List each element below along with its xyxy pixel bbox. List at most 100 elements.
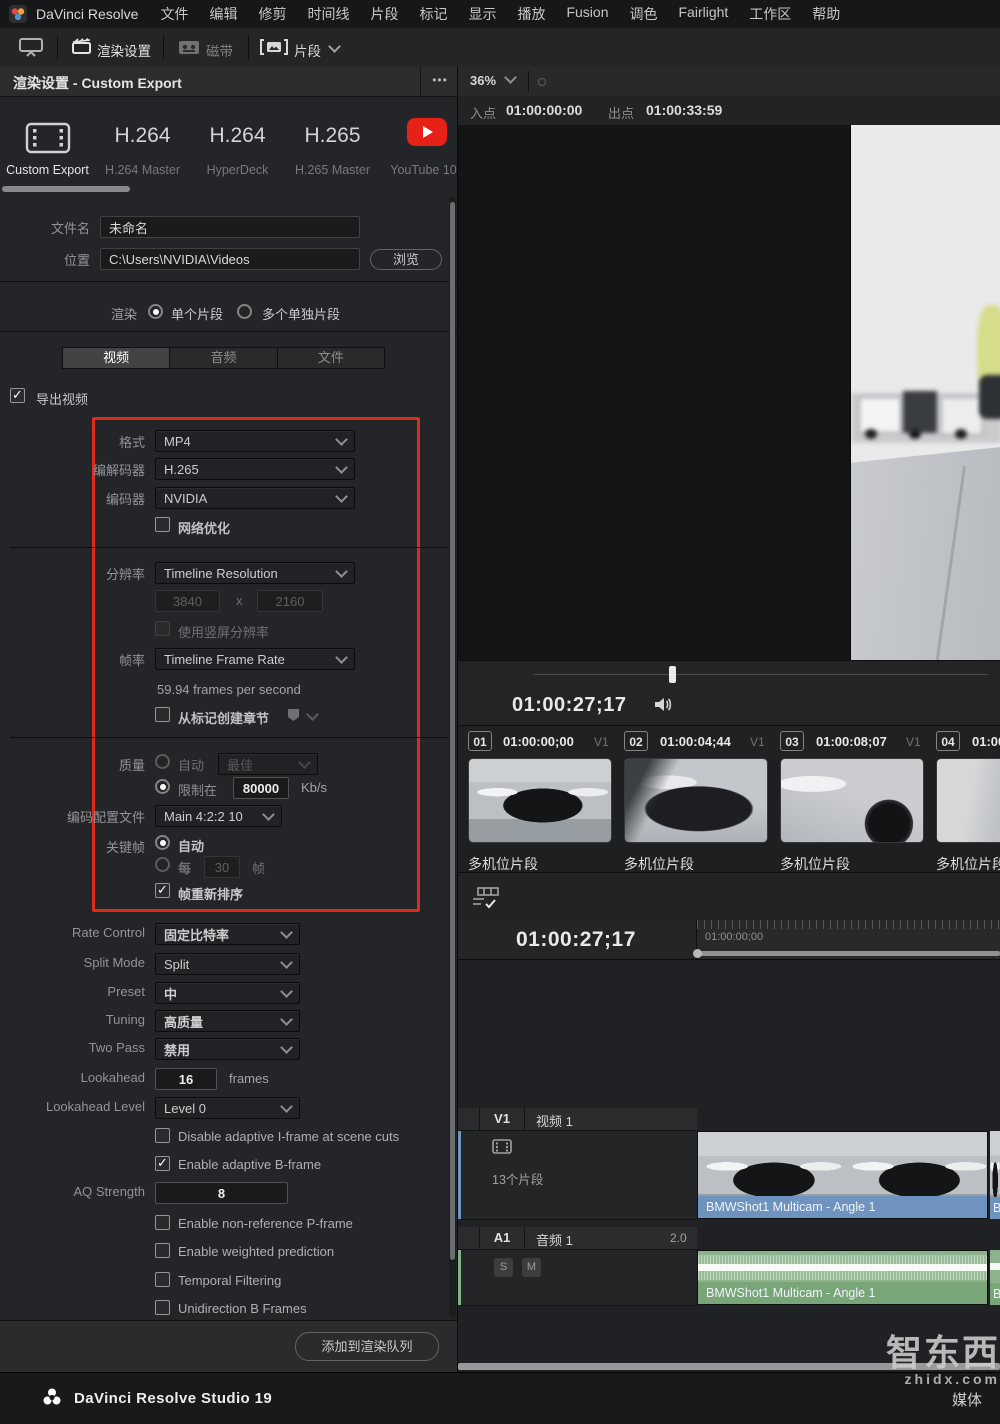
preset-youtube[interactable]: YouTube 108 [382, 96, 458, 193]
scrub-track[interactable] [533, 674, 988, 675]
preset-custom-export[interactable]: Custom Export [0, 96, 95, 193]
menu-clip[interactable]: 片段 [370, 4, 398, 24]
resolution-width-input[interactable] [155, 590, 220, 612]
temporal-filtering-checkbox[interactable] [155, 1272, 170, 1287]
rate-control-dropdown[interactable]: 固定比特率 [155, 923, 300, 945]
menu-workspace[interactable]: 工作区 [749, 4, 791, 24]
solo-button[interactable]: S [494, 1258, 513, 1277]
monitor-icon[interactable] [18, 38, 44, 60]
multicam-clip-thumbnail[interactable] [936, 758, 1000, 843]
panel-options-menu[interactable]: ••• [420, 67, 458, 96]
network-optimization-checkbox[interactable] [155, 517, 170, 532]
quality-restrict-radio[interactable] [155, 779, 170, 794]
tuning-dropdown[interactable]: 高质量 [155, 1010, 300, 1032]
two-pass-dropdown[interactable]: 禁用 [155, 1038, 300, 1060]
video-clip[interactable]: BMWShot1 Multicam - Angle 1 [697, 1131, 988, 1219]
viewer-canvas[interactable] [458, 125, 1000, 660]
tab-file[interactable]: 文件 [277, 348, 384, 368]
panel-scrollbar[interactable] [450, 202, 455, 1260]
location-input[interactable] [100, 248, 360, 270]
framerate-dropdown[interactable]: Timeline Frame Rate [155, 648, 355, 670]
quality-best-dropdown[interactable]: 最佳 [218, 753, 318, 775]
menu-edit[interactable]: 编辑 [209, 4, 237, 24]
render-settings-button[interactable]: 渲染设置 [97, 40, 151, 60]
menu-timeline[interactable]: 时间线 [307, 4, 349, 24]
keyframes-every-radio[interactable] [155, 857, 170, 872]
aq-strength-input[interactable] [155, 1182, 288, 1204]
keyframes-interval-input[interactable] [204, 856, 240, 878]
chapters-from-markers-checkbox[interactable] [155, 707, 170, 722]
tab-audio[interactable]: 音频 [169, 348, 276, 368]
zoom-level-dropdown[interactable]: 36% [470, 73, 496, 88]
menu-file[interactable]: 文件 [160, 4, 188, 24]
multicam-clip-thumbnail[interactable] [780, 758, 924, 843]
multicam-clip-thumbnail[interactable] [468, 758, 612, 843]
resolution-height-input[interactable] [257, 590, 323, 612]
chevron-down-icon[interactable] [306, 708, 319, 721]
browse-button[interactable]: 浏览 [370, 249, 442, 270]
menu-fusion[interactable]: Fusion [566, 4, 608, 24]
timeline-ruler[interactable]: 01:00:00;00 [697, 920, 1000, 960]
audio-track-header[interactable]: A1 音频 1 2.0 [458, 1227, 697, 1250]
bitrate-input[interactable] [233, 777, 289, 799]
menu-view[interactable]: 显示 [468, 4, 496, 24]
encoder-dropdown[interactable]: NVIDIA [155, 487, 355, 509]
tape-icon[interactable] [178, 40, 200, 58]
keyframes-auto-radio[interactable] [155, 835, 170, 850]
video-track-header[interactable]: V1 视频 1 [458, 1108, 697, 1131]
timeline-horizontal-scrollbar[interactable] [458, 1363, 1000, 1370]
menu-help[interactable]: 帮助 [812, 4, 840, 24]
video-clip-partial[interactable]: BMWShot1 Multicam - Angle 1 [990, 1131, 1000, 1219]
audio-channels: 2.0 [670, 1231, 687, 1245]
menu-playback[interactable]: 播放 [517, 4, 545, 24]
unidirection-bframes-checkbox[interactable] [155, 1300, 170, 1315]
preset-hyperdeck[interactable]: H.264 HyperDeck [190, 96, 285, 193]
vertical-resolution-checkbox[interactable] [155, 621, 170, 636]
timeline-list-icon[interactable] [472, 887, 500, 912]
profile-dropdown[interactable]: Main 4:2:2 10 [155, 805, 282, 827]
lookahead-input[interactable] [155, 1068, 217, 1090]
codec-dropdown[interactable]: H.265 [155, 458, 355, 480]
disable-adaptive-iframe-checkbox[interactable] [155, 1128, 170, 1143]
resolution-dropdown[interactable]: Timeline Resolution [155, 562, 355, 584]
marker-flag-icon[interactable] [287, 708, 300, 725]
timeline-range-bar[interactable] [697, 951, 1000, 956]
speaker-icon[interactable] [654, 696, 673, 716]
menu-fairlight[interactable]: Fairlight [679, 4, 729, 24]
filename-input[interactable] [100, 216, 360, 238]
nonref-pframe-checkbox[interactable] [155, 1215, 170, 1230]
render-multiple-radio[interactable] [237, 304, 252, 319]
render-single-radio[interactable] [148, 304, 163, 319]
weighted-prediction-label: Enable weighted prediction [178, 1244, 334, 1259]
playhead-handle[interactable] [669, 666, 676, 683]
weighted-prediction-checkbox[interactable] [155, 1243, 170, 1258]
chevron-down-icon[interactable] [504, 71, 517, 84]
adaptive-bframe-checkbox[interactable] [155, 1156, 170, 1171]
preset-h264-master[interactable]: H.264 H.264 Master [95, 96, 190, 193]
split-mode-dropdown[interactable]: Split [155, 953, 300, 975]
mute-button[interactable]: M [522, 1258, 541, 1277]
frame-reorder-checkbox[interactable] [155, 883, 170, 898]
menu-color[interactable]: 调色 [630, 4, 658, 24]
quality-auto-radio[interactable] [155, 754, 170, 769]
preset-h265-master[interactable]: H.265 H.265 Master [285, 96, 380, 193]
tab-video[interactable]: 视频 [63, 348, 169, 368]
menu-mark[interactable]: 标记 [419, 4, 447, 24]
audio-clip[interactable]: BMWShot1 Multicam - Angle 1 [697, 1250, 988, 1305]
presets-scrollbar[interactable] [2, 186, 130, 192]
tape-button[interactable]: 磁带 [206, 40, 233, 60]
export-video-checkbox[interactable] [10, 388, 25, 403]
render-settings-icon[interactable] [72, 38, 92, 58]
audio-clip-partial[interactable]: BMWShot1 Multicam - Angle 1 [990, 1250, 1000, 1305]
divider [0, 331, 458, 332]
preset-dropdown[interactable]: 中 [155, 982, 300, 1004]
menu-trim[interactable]: 修剪 [258, 4, 286, 24]
clip-view-button[interactable]: 片段 [294, 40, 321, 60]
lookahead-level-dropdown[interactable]: Level 0 [155, 1097, 300, 1119]
format-dropdown[interactable]: MP4 [155, 430, 355, 452]
youtube-icon [407, 118, 447, 146]
multicam-clip-thumbnail[interactable] [624, 758, 768, 843]
add-to-render-queue-button[interactable]: 添加到渲染队列 [295, 1332, 439, 1361]
chevron-down-icon[interactable] [328, 40, 341, 53]
clip-view-icon[interactable] [260, 39, 288, 58]
